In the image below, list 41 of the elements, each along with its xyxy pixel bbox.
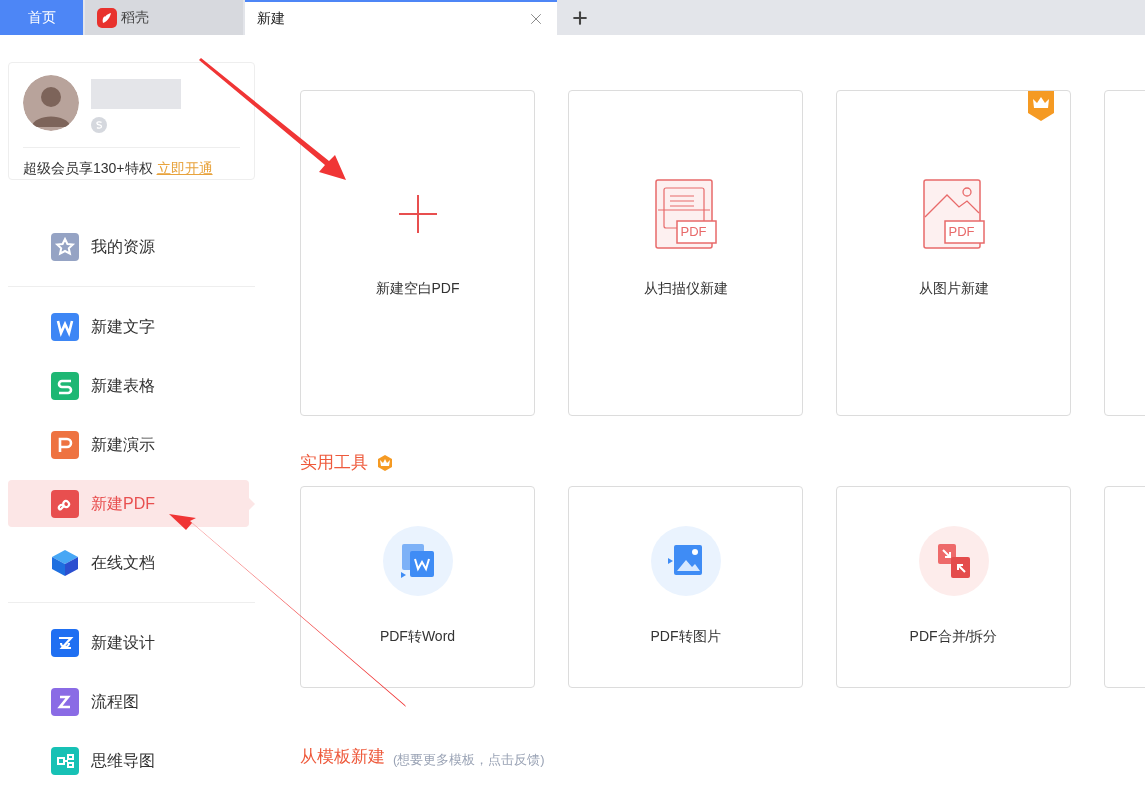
sidebar-item[interactable]: 在线文档 [8,539,250,586]
section-title: 从模板新建 [300,745,385,768]
card-label: PDF转图片 [650,626,721,646]
sidebar-item[interactable]: 新建表格 [8,362,250,409]
plus-icon [396,192,439,235]
tool-card[interactable]: PDF转Word [300,485,535,688]
sheet-app-icon [51,371,79,400]
star-app-icon [51,232,79,261]
card-label: 从扫描仪新建 [643,279,728,298]
create-card[interactable]: PDF 从扫描仪新建 [568,90,803,416]
sidebar-item[interactable]: 新建设计 [8,619,250,666]
coin-icon [91,117,107,133]
pointer-notch [249,497,255,510]
sidebar-item[interactable]: 流程图 [8,678,250,725]
card-label: 从图片新建 [918,279,989,298]
mind-app-icon [51,746,79,775]
design-app-icon [51,628,79,657]
pdf-app-icon [51,489,79,518]
flow-app-icon [51,687,79,716]
promo-text: 超级会员享130+特权 [23,159,153,178]
ppt-app-icon [51,430,79,459]
cube-icon [51,548,79,577]
avatar-icon [23,75,79,131]
tool-card[interactable]: PDF转图片 [568,485,803,688]
sidebar-item[interactable]: 思维导图 [8,737,250,784]
image-pdf-icon [922,178,985,249]
card-label: PDF转Word [379,626,456,646]
browser-tab[interactable]: 新建 [245,0,557,35]
sidebar-item[interactable]: 新建文字 [8,303,250,350]
scanned-pdf-icon [654,178,717,249]
tool-card[interactable]: PDF合并/拆分 [836,485,1071,688]
leaf-logo-icon [97,7,117,28]
sidebar-item[interactable]: 我的资源 [8,223,250,270]
section-title: 实用工具 [300,452,368,474]
create-card[interactable]: PDF 从图片新建 [836,90,1071,416]
create-card[interactable]: 新建空白PDF [300,90,535,416]
word-app-icon [51,312,79,341]
sidebar-item[interactable]: 新建演示 [8,421,250,468]
card-label: 新建空白PDF [375,279,460,298]
browser-tab[interactable]: 稻壳 [85,0,243,35]
card-label: PDF合并/拆分 [909,626,998,646]
